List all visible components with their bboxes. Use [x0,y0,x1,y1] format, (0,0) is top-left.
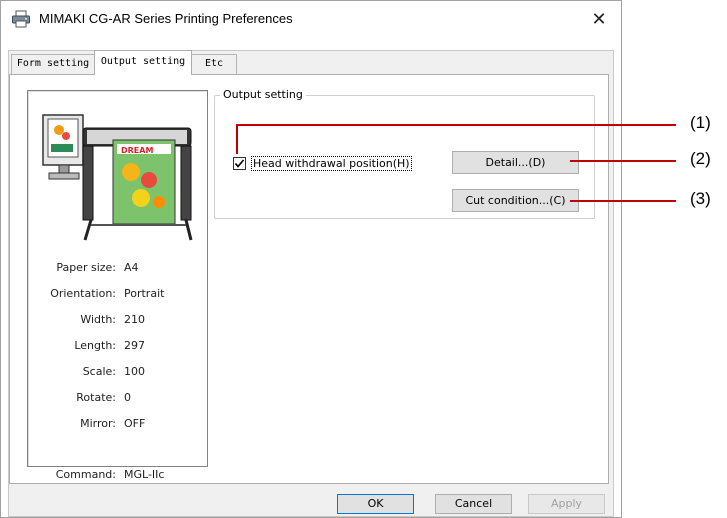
apply-button[interactable]: Apply [528,494,605,514]
info-label: Length: [74,339,116,352]
tab-etc[interactable]: Etc [191,54,237,74]
info-value: MGL-IIc [124,468,165,481]
callout-line-3 [570,200,676,202]
info-label: Orientation: [50,287,116,300]
info-value: Portrait [124,287,165,300]
tab-output-setting[interactable]: Output setting [94,50,192,75]
detail-button[interactable]: Detail...(D) [452,151,579,174]
info-label: Width: [80,313,116,326]
info-value: 297 [124,339,145,352]
group-legend: Output setting [220,88,306,101]
close-button[interactable]: ✕ [583,5,615,33]
info-label: Paper size: [56,261,116,274]
callout-label-3: (3) [690,189,711,208]
info-value: A4 [124,261,139,274]
title-bar: MIMAKI CG-AR Series Printing Preferences… [1,1,620,37]
info-value: 210 [124,313,145,326]
info-value: 100 [124,365,145,378]
plotter-preview-image: DREAM [41,110,196,245]
info-label: Command: [55,468,116,481]
callout-label-2: (2) [690,149,711,168]
callout-line-2 [570,160,676,162]
info-value: OFF [124,417,146,430]
svg-text:DREAM: DREAM [121,146,153,155]
printer-icon [11,10,31,28]
callout-label-1: (1) [690,113,711,132]
cut-condition-button[interactable]: Cut condition...(C) [452,189,579,212]
cancel-button[interactable]: Cancel [435,494,512,514]
callout-line-1-drop [236,124,238,154]
ok-button[interactable]: OK [337,494,414,514]
head-withdrawal-checkbox[interactable] [233,157,246,170]
tab-form-setting[interactable]: Form setting [11,54,95,74]
info-label: Mirror: [80,417,116,430]
info-label: Scale: [82,365,116,378]
callout-line-1 [238,124,676,126]
info-label: Rotate: [76,391,116,404]
info-value: 0 [124,391,131,404]
head-withdrawal-label[interactable]: Head withdrawal position(H) [251,156,412,171]
window-title: MIMAKI CG-AR Series Printing Preferences [39,11,293,26]
